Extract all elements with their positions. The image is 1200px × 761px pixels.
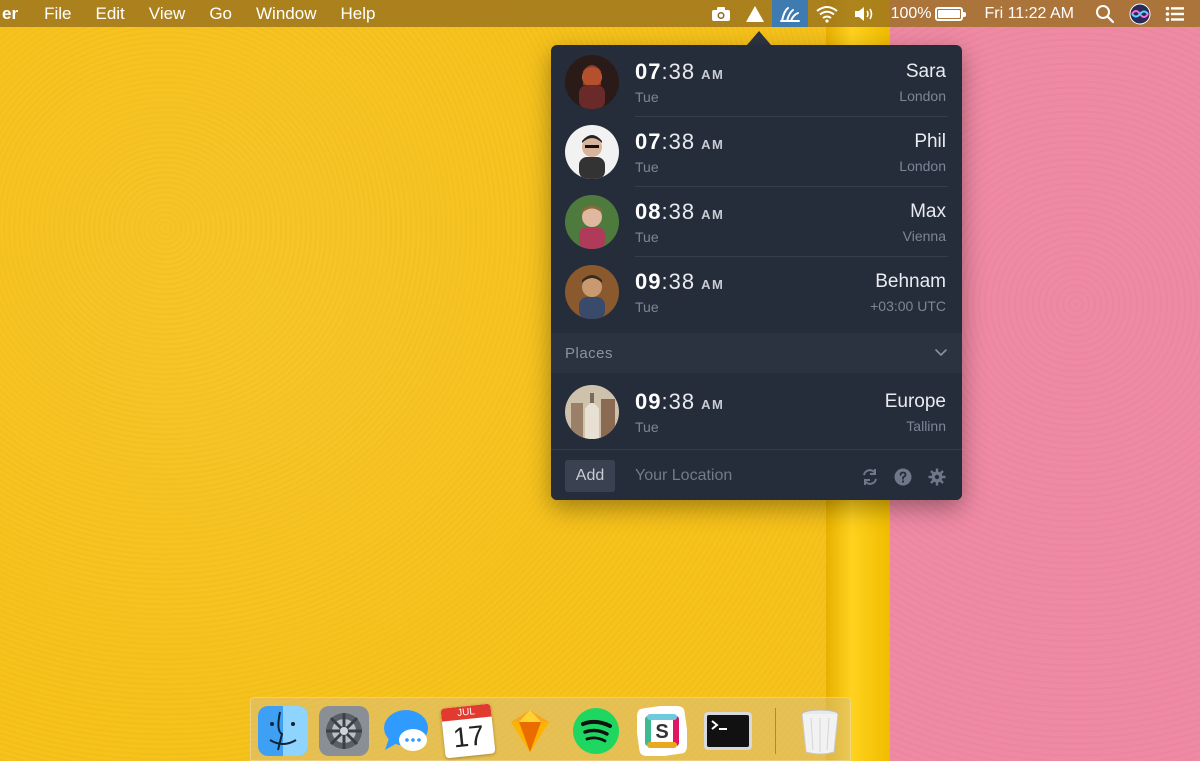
places-section-header[interactable]: Places (551, 333, 962, 373)
menu-window[interactable]: Window (256, 4, 316, 24)
person-day: Tue (635, 89, 659, 105)
place-city: Tallinn (906, 418, 946, 434)
person-place: London (899, 158, 946, 174)
person-row-phil[interactable]: 07:38 AM Tue Phil London (551, 117, 962, 187)
person-name: Sara (905, 61, 946, 82)
avatar (565, 195, 619, 249)
menu-edit[interactable]: Edit (95, 4, 124, 24)
avatar (565, 265, 619, 319)
chevron-down-icon[interactable] (934, 345, 948, 359)
timezone-popover: 07:38 AM Tue Sara London 07:38 AM Tue Phil… (551, 45, 962, 500)
menu-view[interactable]: View (149, 4, 186, 24)
person-day: Tue (635, 299, 659, 315)
dock-separator (775, 708, 776, 754)
place-row-europe[interactable]: 09:38 AM Tue Europe Tallinn (551, 377, 962, 447)
person-day: Tue (635, 159, 659, 175)
battery-percent: 100% (890, 4, 932, 22)
calendar-day: 17 (451, 719, 486, 754)
notification-center-icon[interactable] (1158, 0, 1192, 27)
finder-icon[interactable] (258, 706, 308, 756)
spotify-icon[interactable] (571, 706, 621, 756)
menu-app-name[interactable]: er (2, 4, 18, 24)
gear-icon[interactable] (928, 468, 946, 486)
person-name: Max (910, 201, 946, 222)
messages-icon[interactable] (381, 706, 431, 756)
person-time: 07:38 AM (635, 59, 725, 84)
dock: JUL 17 S (250, 697, 851, 761)
menu-file[interactable]: File (44, 4, 71, 24)
person-name: Behnam (875, 271, 946, 292)
trash-icon[interactable] (795, 706, 845, 756)
sketch-icon[interactable] (505, 706, 555, 756)
places-section-label: Places (565, 345, 614, 362)
popover-footer: Add (551, 449, 962, 500)
avatar (565, 125, 619, 179)
terminal-icon[interactable] (703, 706, 753, 756)
spotlight-search-icon[interactable] (1088, 0, 1122, 27)
person-time: 09:38 AM (635, 269, 725, 294)
menu-help[interactable]: Help (340, 4, 375, 24)
location-input[interactable] (635, 462, 855, 490)
avatar (565, 385, 619, 439)
popover-caret (747, 31, 771, 45)
menu-bar: er File Edit View Go Window Help 100% Fr… (0, 0, 1200, 27)
person-time: 08:38 AM (635, 199, 725, 224)
volume-icon[interactable] (846, 0, 884, 27)
person-day: Tue (635, 229, 659, 245)
person-row-max[interactable]: 08:38 AM Tue Max Vienna (551, 187, 962, 257)
place-name: Europe (884, 391, 946, 412)
slack-icon[interactable]: S (637, 706, 687, 756)
person-place: Vienna (902, 228, 946, 244)
person-place: London (899, 88, 946, 104)
calendar-icon[interactable]: JUL 17 (440, 703, 496, 759)
battery-status[interactable]: 100% (884, 0, 971, 27)
camera-icon[interactable] (704, 0, 738, 27)
avatar (565, 55, 619, 109)
wifi-icon[interactable] (808, 0, 846, 27)
person-place: +03:00 UTC (870, 298, 946, 314)
place-day: Tue (635, 419, 659, 435)
battery-icon (935, 6, 967, 21)
add-button[interactable]: Add (565, 460, 615, 492)
menu-clock[interactable]: Fri 11:22 AM (970, 0, 1088, 27)
menu-go[interactable]: Go (209, 4, 232, 24)
person-row-sara[interactable]: 07:38 AM Tue Sara London (551, 47, 962, 117)
help-icon[interactable] (894, 468, 912, 486)
warning-icon[interactable] (738, 0, 772, 27)
system-preferences-icon[interactable] (319, 706, 369, 756)
person-row-behnam[interactable]: 09:38 AM Tue Behnam +03:00 UTC (551, 257, 962, 327)
person-name: Phil (914, 131, 946, 152)
timezone-app-icon[interactable] (771, 0, 808, 27)
siri-icon[interactable] (1122, 0, 1158, 27)
sync-icon[interactable] (861, 468, 879, 486)
place-time: 09:38 AM (635, 389, 725, 414)
person-time: 07:38 AM (635, 129, 725, 154)
svg-text:S: S (655, 721, 668, 743)
